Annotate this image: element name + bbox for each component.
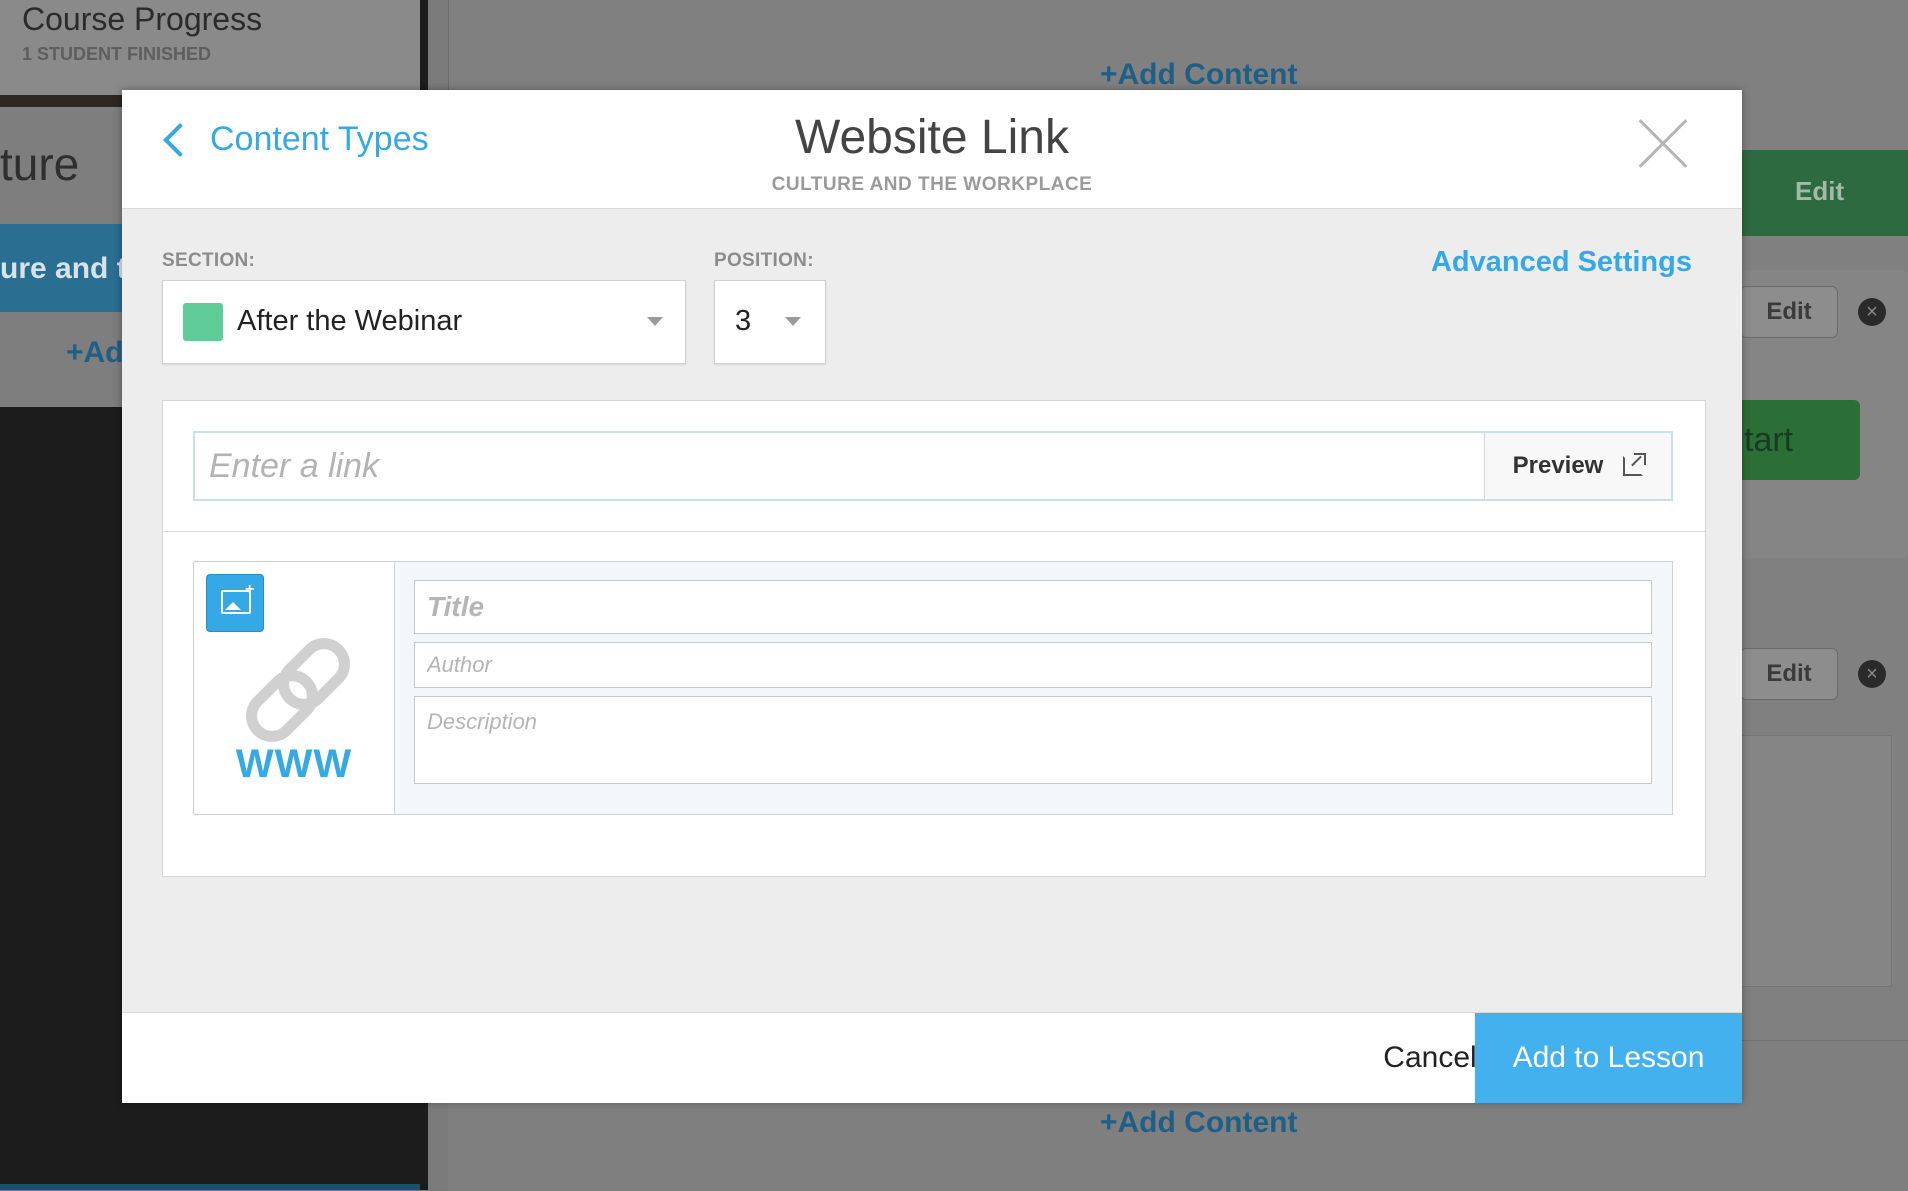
- title-field[interactable]: [414, 580, 1652, 634]
- position-dropdown[interactable]: 3: [714, 280, 826, 364]
- modal-footer: Cancel Add to Lesson: [122, 1012, 1742, 1103]
- www-label: WWW: [235, 742, 353, 786]
- add-to-lesson-button[interactable]: Add to Lesson: [1475, 1013, 1742, 1103]
- background-card-2: [1740, 735, 1892, 987]
- background-active-lesson-label: ure and t: [0, 252, 127, 285]
- dropdown-caret-icon: [647, 317, 663, 326]
- description-field[interactable]: [414, 696, 1652, 784]
- background-add-content-bottom: +Add Content: [1100, 1106, 1298, 1139]
- modal-subtitle: CULTURE AND THE WORKPLACE: [771, 174, 1093, 195]
- link-content-box: Preview + WWW: [162, 400, 1706, 877]
- close-icon[interactable]: [1638, 118, 1688, 168]
- modal-header: Content Types Website Link CULTURE AND T…: [122, 90, 1742, 209]
- position-label: POSITION:: [714, 250, 814, 271]
- website-link-modal: Content Types Website Link CULTURE AND T…: [122, 90, 1742, 1103]
- background-add-content-link: +Ad: [66, 336, 124, 369]
- section-selected-value: After the Webinar: [237, 305, 463, 337]
- background-remove-icon: ×: [1858, 298, 1886, 326]
- dropdown-caret-icon: [785, 317, 801, 326]
- link-input-group: Preview: [193, 431, 1673, 501]
- course-progress-title: Course Progress: [22, 1, 263, 37]
- external-link-icon: [1623, 453, 1647, 476]
- thumbnail-pane: + WWW: [194, 562, 395, 814]
- link-metadata-box: + WWW: [193, 561, 1673, 815]
- content-divider: [163, 531, 1705, 532]
- course-progress-status: 1 STUDENT FINISHED: [22, 44, 212, 64]
- preview-button[interactable]: Preview: [1484, 433, 1671, 499]
- course-progress-card: Course Progress 1 STUDENT FINISHED: [0, 0, 420, 95]
- background-add-content-top: +Add Content: [1100, 58, 1298, 91]
- background-start-button: tart: [1740, 400, 1860, 480]
- advanced-settings-link[interactable]: Advanced Settings: [1431, 246, 1692, 279]
- plus-icon: +: [245, 581, 255, 598]
- background-bottom-bar: [0, 1184, 420, 1190]
- add-image-button[interactable]: +: [206, 574, 264, 632]
- position-selected-value: 3: [735, 305, 752, 337]
- background-edit-button-2: Edit: [1740, 648, 1838, 700]
- image-mountain-icon: [225, 602, 241, 610]
- section-color-swatch: [183, 303, 223, 341]
- preview-button-label: Preview: [1512, 452, 1604, 479]
- link-chain-icon: [235, 627, 361, 753]
- modal-title: Website Link: [795, 111, 1069, 164]
- link-input[interactable]: [195, 433, 1485, 499]
- section-label: SECTION:: [162, 250, 256, 271]
- background-remove-icon-2: ×: [1858, 660, 1886, 688]
- background-edit-button: Edit: [1740, 286, 1838, 338]
- section-dropdown[interactable]: After the Webinar: [162, 280, 686, 364]
- background-lesson-heading: ture: [0, 138, 80, 190]
- author-field[interactable]: [414, 642, 1652, 688]
- background-edit-label: Edit: [1795, 176, 1845, 206]
